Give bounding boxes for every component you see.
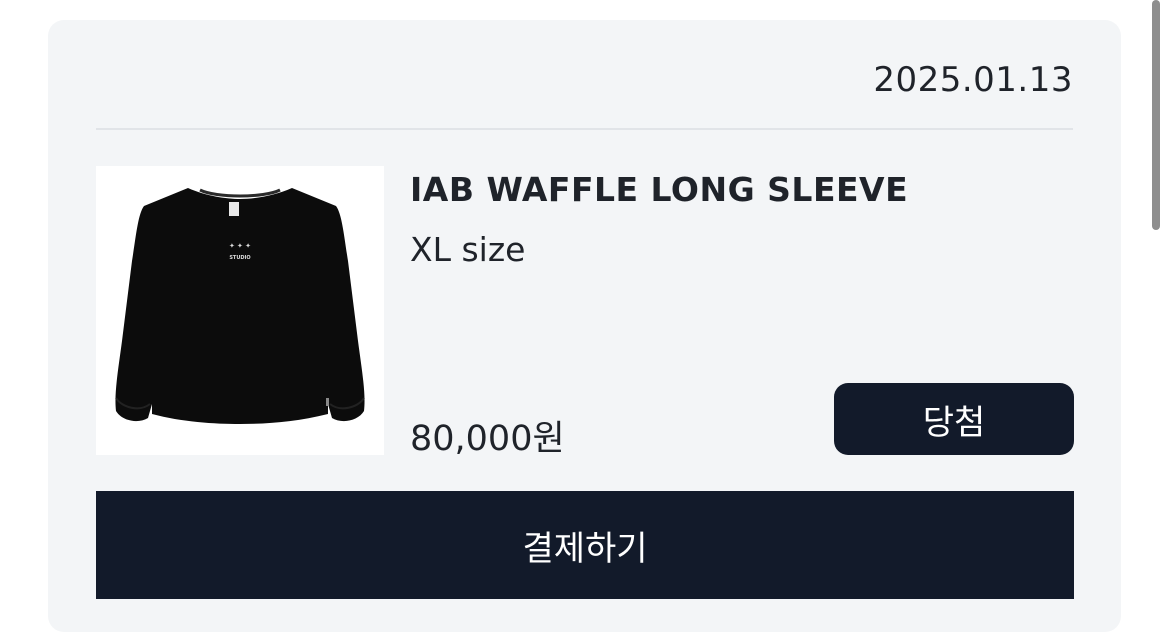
print-stars: ✦ ✦ ✦ xyxy=(229,242,251,250)
product-name[interactable]: IAB WAFFLE LONG SLEEVE xyxy=(410,170,908,209)
order-card: 2025.01.13 ✦ ✦ ✦ STUDIO IAB WAFFLE LONG … xyxy=(48,20,1121,632)
scrollbar[interactable] xyxy=(1152,0,1160,230)
product-price: 80,000원 xyxy=(410,419,565,459)
divider xyxy=(96,128,1073,130)
order-date: 2025.01.13 xyxy=(873,60,1073,100)
product-option: XL size xyxy=(410,230,526,269)
print-studio: STUDIO xyxy=(229,255,250,261)
black-sweatshirt-image: ✦ ✦ ✦ STUDIO xyxy=(115,188,365,424)
pay-button[interactable]: 결제하기 xyxy=(96,491,1074,599)
status-button[interactable]: 당첨 xyxy=(834,383,1074,455)
product-image[interactable]: ✦ ✦ ✦ STUDIO xyxy=(96,166,384,455)
